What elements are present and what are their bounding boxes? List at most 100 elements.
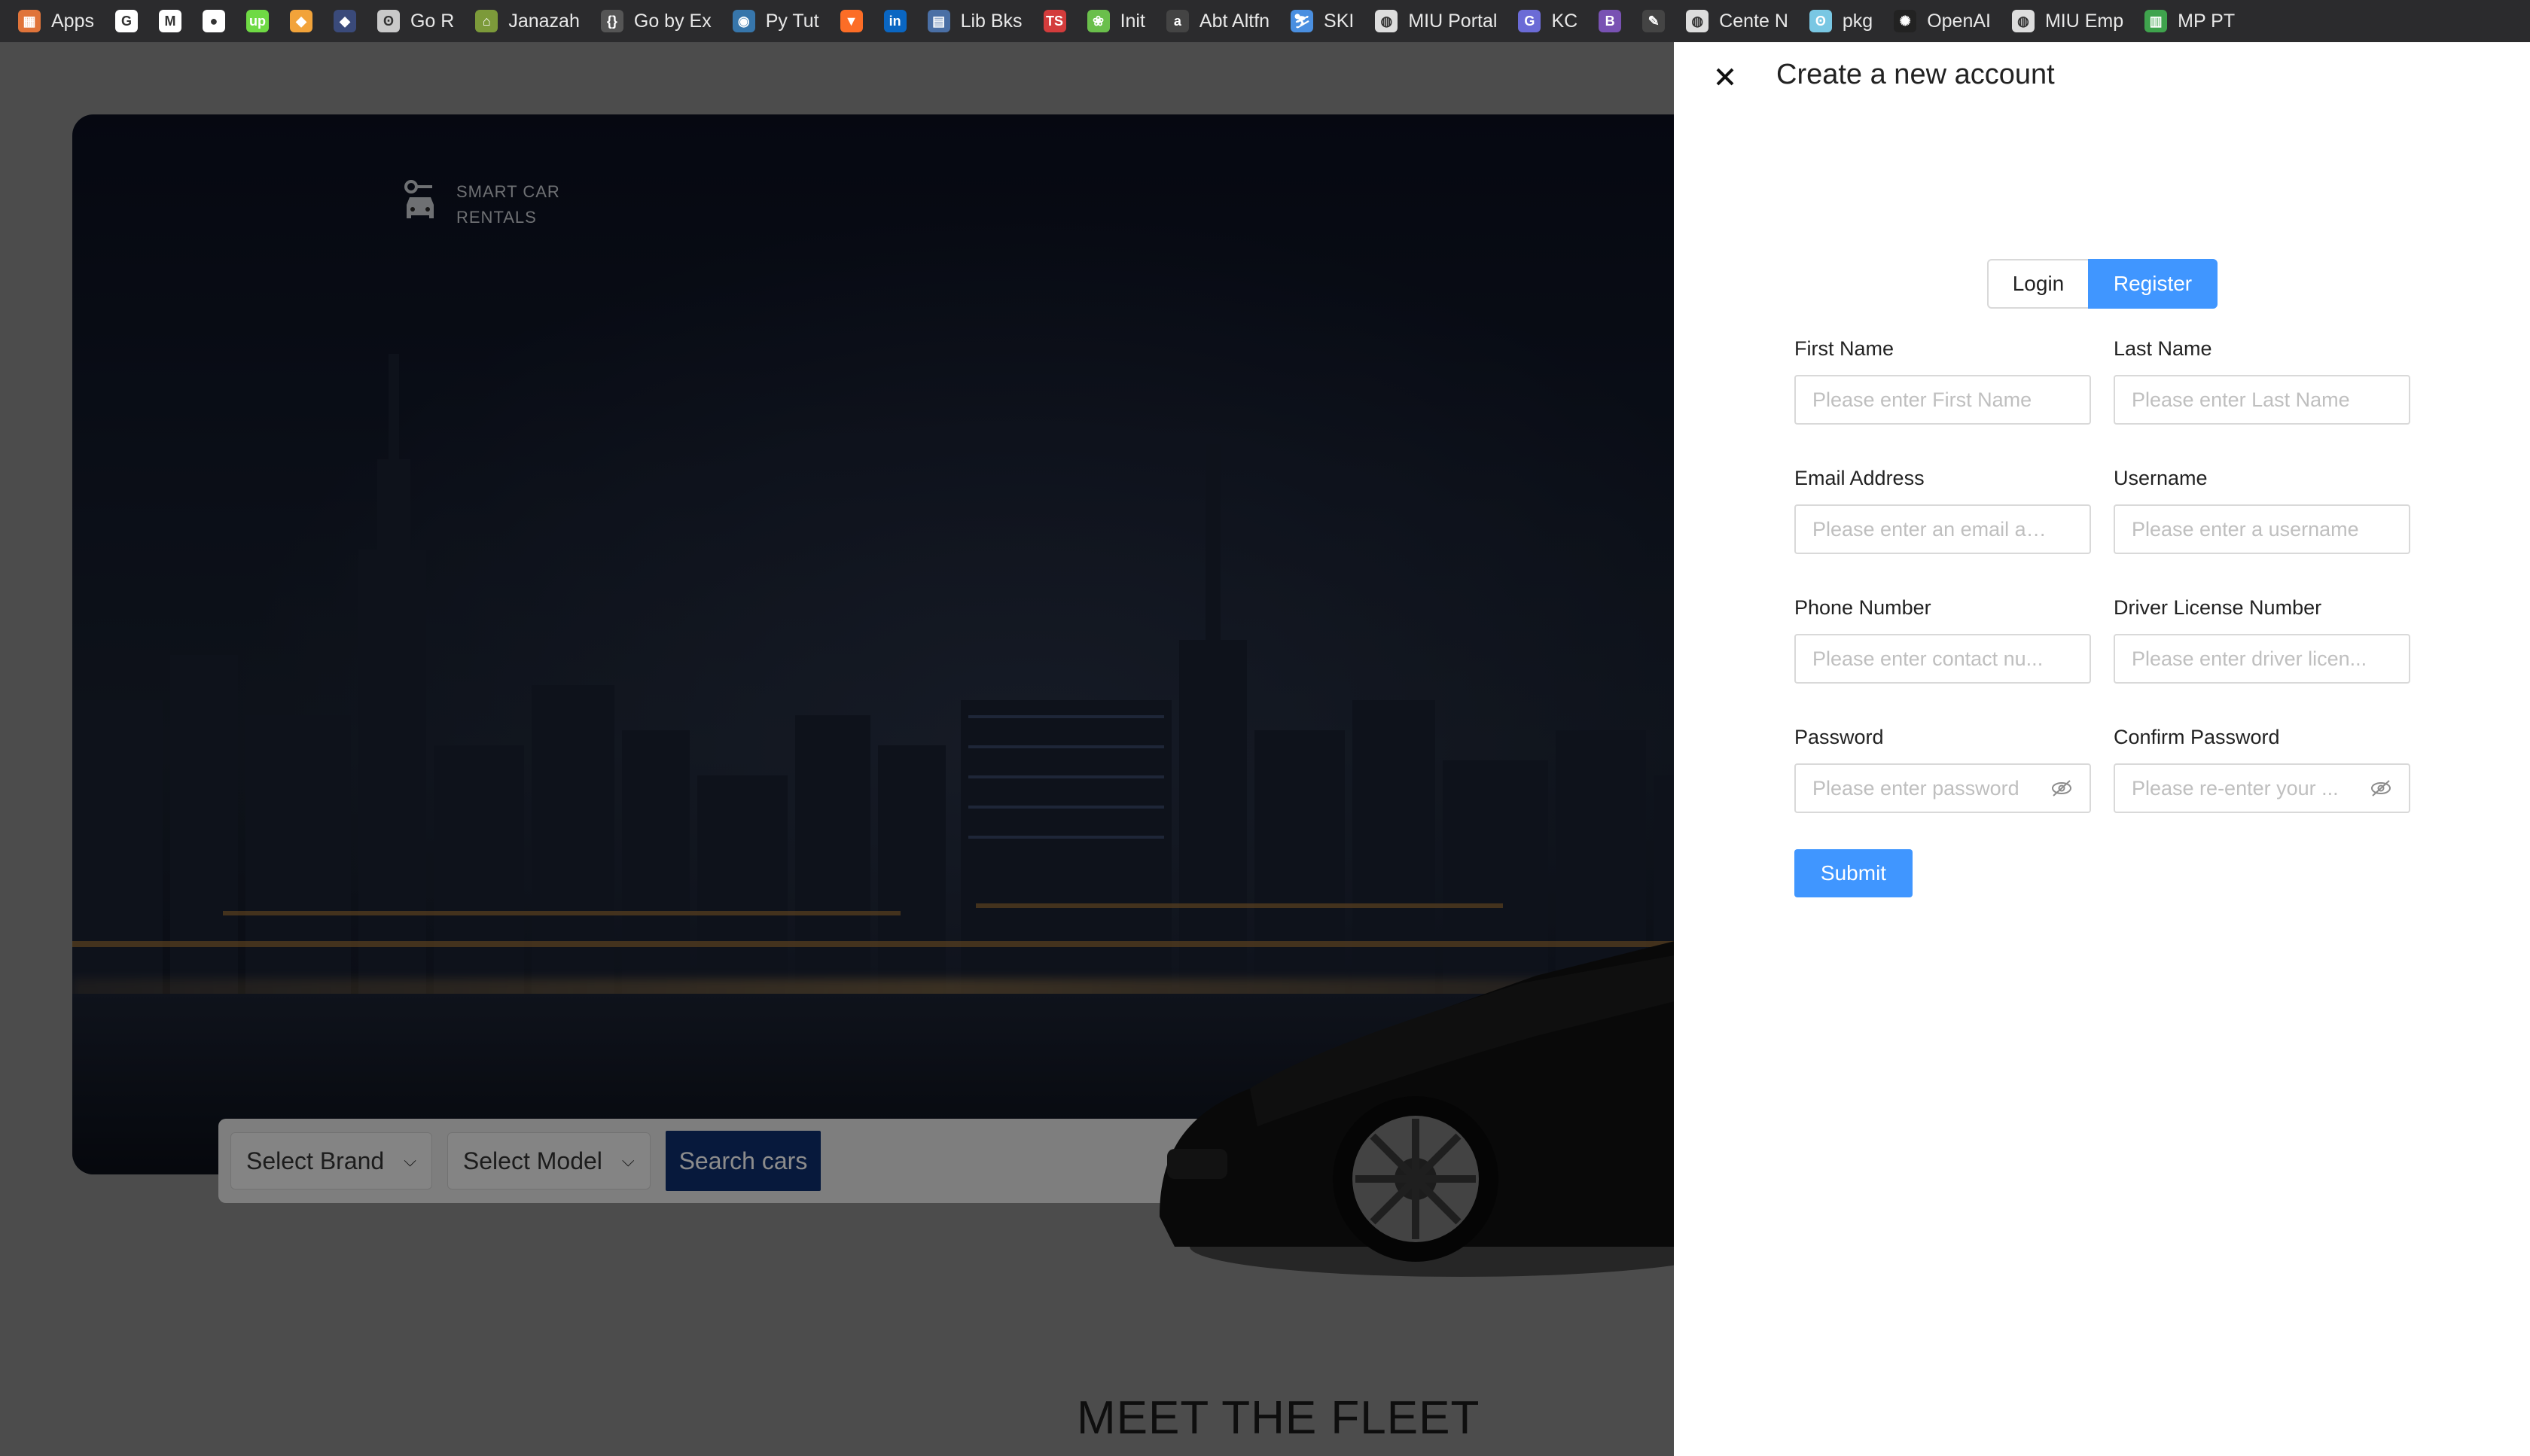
bookmark-item[interactable]: ▦ Apps — [18, 0, 94, 42]
ski-icon: ⛷ — [1291, 10, 1314, 32]
first-name-label: First Name — [1794, 337, 1894, 360]
bookmark-item[interactable]: ✎ — [1642, 0, 1666, 42]
eye-invisible-icon[interactable] — [2050, 777, 2073, 800]
email-group: Email Address Please enter an email ad..… — [1794, 467, 2091, 554]
a-icon: a — [1166, 10, 1189, 32]
password-label: Password — [1794, 726, 1884, 748]
bookmark-item[interactable]: M — [158, 0, 181, 42]
bookmark-label: Janazah — [508, 10, 580, 32]
bookmark-item[interactable]: {} Go by Ex — [600, 0, 712, 42]
bookmark-item[interactable]: ◍ MIU Portal — [1375, 0, 1497, 42]
bookmark-item[interactable]: TS — [1043, 0, 1066, 42]
gmail-icon: M — [158, 10, 181, 32]
bookmark-label: MP PT — [2178, 10, 2236, 32]
last-name-input[interactable]: Please enter Last Name — [2114, 375, 2410, 425]
bookmark-label: OpenAI — [1927, 10, 1991, 32]
bookmark-label: Init — [1120, 10, 1145, 32]
bookmark-item[interactable]: G KC — [1518, 0, 1577, 42]
github-icon: ● — [202, 10, 225, 32]
submit-button[interactable]: Submit — [1794, 849, 1913, 897]
confirm-password-group: Confirm Password Please re-enter your ..… — [2114, 726, 2410, 813]
bookmark-item[interactable]: ▥ MP PT — [2144, 0, 2235, 42]
license-input[interactable]: Please enter driver licen... — [2114, 634, 2410, 684]
bookmark-icon: ◆ — [289, 10, 312, 32]
bookmark-item[interactable]: ◉ Py Tut — [732, 0, 819, 42]
bookmark-item[interactable]: ✺ OpenAI — [1894, 0, 1991, 42]
bookmark-label: Py Tut — [765, 10, 819, 32]
feather-icon: ✎ — [1642, 10, 1666, 32]
mosque-icon: ⌂ — [475, 10, 498, 32]
bookmark-label: Go by Ex — [633, 10, 712, 32]
bookmark-icon: ◆ — [333, 10, 356, 32]
bookmark-label: KC — [1551, 10, 1578, 32]
tab-login[interactable]: Login — [1987, 259, 2088, 309]
bookmark-item[interactable]: ⛷ SKI — [1291, 0, 1354, 42]
username-label: Username — [2114, 467, 2208, 489]
bookmark-item[interactable]: G — [114, 0, 138, 42]
gopher-icon: ʘ — [376, 10, 400, 32]
license-label: Driver License Number — [2114, 596, 2322, 619]
first-name-input[interactable]: Please enter First Name — [1794, 375, 2091, 425]
confirm-password-placeholder: Please re-enter your ... — [2132, 776, 2339, 800]
bookmark-item[interactable]: ◍ Cente N — [1686, 0, 1788, 42]
phone-group: Phone Number Please enter contact nu... — [1794, 596, 2091, 684]
bookmark-label: MIU Emp — [2044, 10, 2124, 32]
bookmarks-bar: ▦ Apps G M ● up ◆ ◆ ʘ Go R ⌂ Janazah{} Go by Ex ◉ Py T… — [0, 0, 2530, 42]
bookmark-item[interactable]: a Abt Altfn — [1166, 0, 1270, 42]
email-placeholder: Please enter an email ad... — [1812, 517, 2053, 541]
bookmark-label: Cente N — [1719, 10, 1788, 32]
first-name-placeholder: Please enter First Name — [1812, 388, 2032, 411]
username-input[interactable]: Please enter a username — [2114, 504, 2410, 554]
bookmark-label: pkg — [1842, 10, 1873, 32]
phone-input[interactable]: Please enter contact nu... — [1794, 634, 2091, 684]
first-name-group: First Name Please enter First Name — [1794, 337, 2091, 425]
globe-icon: ◍ — [1375, 10, 1398, 32]
eye-invisible-icon[interactable] — [2370, 777, 2392, 800]
google-icon: G — [114, 10, 138, 32]
bookmark-item[interactable]: up — [245, 0, 269, 42]
braces-icon: {} — [600, 10, 623, 32]
g-icon: G — [1518, 10, 1541, 32]
last-name-placeholder: Please enter Last Name — [2132, 388, 2350, 411]
bookmark-label: MIU Portal — [1408, 10, 1498, 32]
license-placeholder: Please enter driver licen... — [2132, 647, 2367, 670]
confirm-password-input[interactable]: Please re-enter your ... — [2114, 763, 2410, 813]
chart-icon: ▥ — [2144, 10, 2168, 32]
password-input[interactable]: Please enter password — [1794, 763, 2091, 813]
close-button[interactable] — [1710, 62, 1740, 92]
bootstrap-icon: B — [1599, 10, 1622, 32]
tab-register[interactable]: Register — [2088, 259, 2218, 309]
bookmark-item[interactable]: ʘ Go R — [376, 0, 455, 42]
bookmark-label: Lib Bks — [960, 10, 1023, 32]
confirm-password-label: Confirm Password — [2114, 726, 2280, 748]
license-group: Driver License Number Please enter drive… — [2114, 596, 2410, 684]
bookmark-label: Go R — [410, 10, 455, 32]
bookmark-item[interactable]: in — [883, 0, 907, 42]
bookmark-item[interactable]: ▤ Lib Bks — [927, 0, 1023, 42]
bookmark-item[interactable]: ◆ — [289, 0, 312, 42]
username-placeholder: Please enter a username — [2132, 517, 2359, 541]
bookmark-item[interactable]: ʘ pkg — [1809, 0, 1873, 42]
bookmark-item[interactable]: ◍ MIU Emp — [2011, 0, 2124, 42]
bookmark-label: SKI — [1324, 10, 1355, 32]
leaf-icon: ❀ — [1087, 10, 1110, 32]
bookmark-item[interactable]: ◆ — [333, 0, 356, 42]
password-placeholder: Please enter password — [1812, 776, 2019, 800]
bookmark-item[interactable]: ❀ Init — [1087, 0, 1145, 42]
upwork-icon: up — [245, 10, 269, 32]
bookmark-item[interactable]: ⌂ Janazah — [475, 0, 580, 42]
globe-icon: ◍ — [1686, 10, 1709, 32]
bookmark-item[interactable]: ▼ — [840, 0, 863, 42]
phone-label: Phone Number — [1794, 596, 1931, 619]
phone-placeholder: Please enter contact nu... — [1812, 647, 2044, 670]
last-name-label: Last Name — [2114, 337, 2212, 360]
email-input[interactable]: Please enter an email ad... — [1794, 504, 2091, 554]
close-icon — [1716, 68, 1734, 86]
bookmark-item[interactable]: B — [1599, 0, 1622, 42]
bookmark-item[interactable]: ● — [202, 0, 225, 42]
last-name-group: Last Name Please enter Last Name — [2114, 337, 2410, 425]
password-group: Password Please enter password — [1794, 726, 2091, 813]
auth-tabs: Login Register — [1987, 259, 2218, 309]
drawer-title: Create a new account — [1776, 59, 2055, 90]
linkedin-icon: in — [883, 10, 907, 32]
